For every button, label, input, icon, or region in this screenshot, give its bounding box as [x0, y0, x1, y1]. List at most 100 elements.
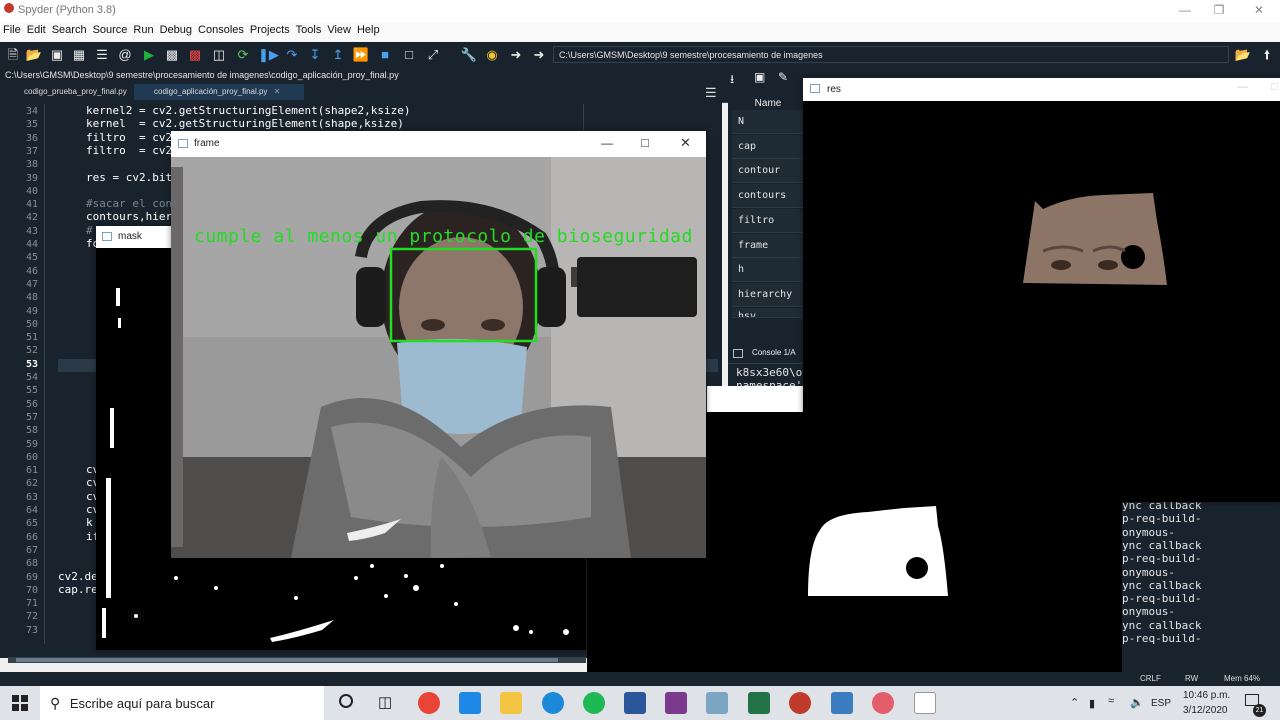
stop-debug-icon[interactable]: ■ — [376, 46, 394, 64]
line-number: 70 — [25, 584, 38, 596]
run-icon[interactable]: ▶ — [140, 46, 158, 64]
edge-icon[interactable] — [542, 692, 564, 714]
volume-icon[interactable]: 🔈 — [1130, 696, 1144, 709]
menu-projects[interactable]: Projects — [247, 22, 293, 36]
console-tab[interactable]: Console 1/A — [752, 348, 796, 357]
line-number: 64 — [25, 505, 38, 516]
res-image — [1023, 193, 1167, 285]
back-icon[interactable]: ➜ — [507, 46, 525, 64]
battery-icon[interactable]: ▮ — [1089, 697, 1095, 710]
run-cell-advance-icon[interactable]: ▩ — [186, 46, 204, 64]
cortana-icon[interactable] — [339, 694, 353, 708]
snip-icon[interactable] — [872, 692, 894, 714]
menu-tools[interactable]: Tools — [293, 22, 325, 36]
close-icon[interactable]: ✕ — [1240, 0, 1278, 22]
excel-icon[interactable] — [748, 692, 770, 714]
menu-view[interactable]: View — [324, 22, 354, 36]
code-line: #sacar el con — [86, 197, 173, 211]
close-icon[interactable]: ✕ — [680, 135, 691, 151]
spotify-icon[interactable] — [583, 692, 605, 714]
outline-icon[interactable]: ☰ — [93, 46, 111, 64]
console-line: p-req-build- — [1122, 552, 1202, 566]
menu-debug[interactable]: Debug — [157, 22, 195, 36]
maximize-icon[interactable]: ❐ — [1200, 0, 1238, 22]
minimize-icon[interactable]: — — [601, 136, 613, 150]
menu-search[interactable]: Search — [49, 22, 90, 36]
forward-icon[interactable]: ➜ — [530, 46, 548, 64]
line-number: 39 — [25, 172, 38, 184]
variable-row[interactable]: contour — [732, 159, 804, 184]
maximize-pane-icon[interactable]: □ — [400, 46, 418, 64]
console-line: k8sx3e60\o — [736, 366, 803, 379]
word-icon[interactable] — [624, 692, 646, 714]
variable-row[interactable]: N — [732, 110, 804, 134]
preferences-icon[interactable]: 🔧 — [460, 46, 478, 64]
variable-row[interactable]: hierarchy — [732, 282, 804, 307]
app-icon[interactable] — [706, 692, 728, 714]
file-explorer-icon[interactable] — [500, 692, 522, 714]
save-icon[interactable]: ▣ — [48, 46, 66, 64]
tab-codigo-aplicacion[interactable]: codigo_aplicación_proy_final.py ✕ — [134, 84, 304, 100]
menu-edit[interactable]: Edit — [24, 22, 49, 36]
chevron-up-icon[interactable]: ⌃ — [1070, 696, 1079, 709]
maximize-icon[interactable]: □ — [641, 135, 649, 150]
rerun-icon[interactable]: ⟳ — [234, 46, 252, 64]
menu-help[interactable]: Help — [354, 22, 383, 36]
python-path-icon[interactable]: ◉ — [483, 46, 501, 64]
app-title-bar: Spyder (Python 3.8) — ❐ ✕ — [0, 0, 1280, 22]
run-cell-icon[interactable]: ▩ — [163, 46, 181, 64]
close-tab-icon[interactable]: ✕ — [274, 87, 281, 96]
frame-window[interactable]: frame — □ ✕ cumple al menos un protocolo… — [171, 131, 706, 558]
variable-row[interactable]: h — [732, 258, 804, 283]
variable-row[interactable]: hsv — [732, 307, 804, 318]
scrollbar-thumb[interactable] — [16, 658, 558, 662]
debug-icon[interactable]: ❚▶ — [258, 46, 279, 64]
notepad-icon[interactable] — [914, 692, 936, 714]
clock-date[interactable]: 3/12/2020 — [1183, 705, 1228, 716]
new-file-icon[interactable]: 🗎 — [4, 46, 22, 64]
menu-consoles[interactable]: Consoles — [195, 22, 247, 36]
wifi-icon[interactable]: ≈ — [1108, 695, 1114, 707]
clock-time[interactable]: 10:46 p.m. — [1183, 690, 1230, 701]
frame-title: frame — [194, 138, 220, 149]
step-icon[interactable]: ↷ — [283, 46, 301, 64]
import-data-icon[interactable]: ⭳ — [730, 70, 734, 91]
editor-options-icon[interactable]: ☰ — [705, 85, 717, 101]
variable-row[interactable]: cap — [732, 134, 804, 159]
menu-file[interactable]: File — [0, 22, 24, 36]
app-icon[interactable] — [665, 692, 687, 714]
parent-dir-icon[interactable]: 🠙 — [1258, 46, 1276, 64]
spyder-icon[interactable] — [789, 692, 811, 714]
menu-run[interactable]: Run — [130, 22, 156, 36]
run-selection-icon[interactable]: ◫ — [210, 46, 228, 64]
variable-row[interactable]: contours — [732, 184, 804, 209]
save-data-as-icon[interactable]: ✎ — [778, 70, 788, 84]
photos-icon[interactable] — [831, 692, 853, 714]
res-window[interactable]: res — □ — [803, 78, 1280, 502]
language-indicator[interactable]: ESP — [1151, 698, 1171, 709]
step-return-icon[interactable]: ↥ — [329, 46, 347, 64]
task-view-icon[interactable]: ◫ — [378, 693, 392, 711]
windows-start-icon[interactable] — [12, 695, 28, 711]
menu-source[interactable]: Source — [90, 22, 131, 36]
at-icon[interactable]: @ — [116, 46, 134, 64]
continue-icon[interactable]: ⏩ — [352, 46, 370, 64]
chrome-icon[interactable] — [418, 692, 440, 714]
fullscreen-icon[interactable]: ⤢ — [424, 46, 442, 64]
save-data-icon[interactable]: ▣ — [754, 70, 765, 84]
maximize-icon[interactable]: □ — [1271, 81, 1278, 93]
mask-blob — [808, 506, 948, 596]
working-directory-field[interactable]: C:\Users\GMSM\Desktop\9 semestre\procesa… — [553, 46, 1229, 63]
console-browse-icon[interactable] — [733, 349, 743, 358]
minimize-icon[interactable]: — — [1166, 0, 1204, 22]
variable-row[interactable]: filtro — [732, 208, 804, 233]
save-all-icon[interactable]: ▦ — [70, 46, 88, 64]
browse-folder-icon[interactable]: 📂 — [1234, 46, 1252, 64]
minimize-icon[interactable]: — — [1237, 81, 1248, 93]
open-file-icon[interactable]: 📂 — [25, 46, 43, 64]
step-into-icon[interactable]: ↧ — [306, 46, 324, 64]
variable-row[interactable]: frame — [732, 233, 804, 258]
mail-icon[interactable] — [459, 692, 481, 714]
line-number: 42 — [25, 212, 38, 224]
taskbar-search-box[interactable]: ⚲ Escribe aquí para buscar — [40, 686, 324, 720]
